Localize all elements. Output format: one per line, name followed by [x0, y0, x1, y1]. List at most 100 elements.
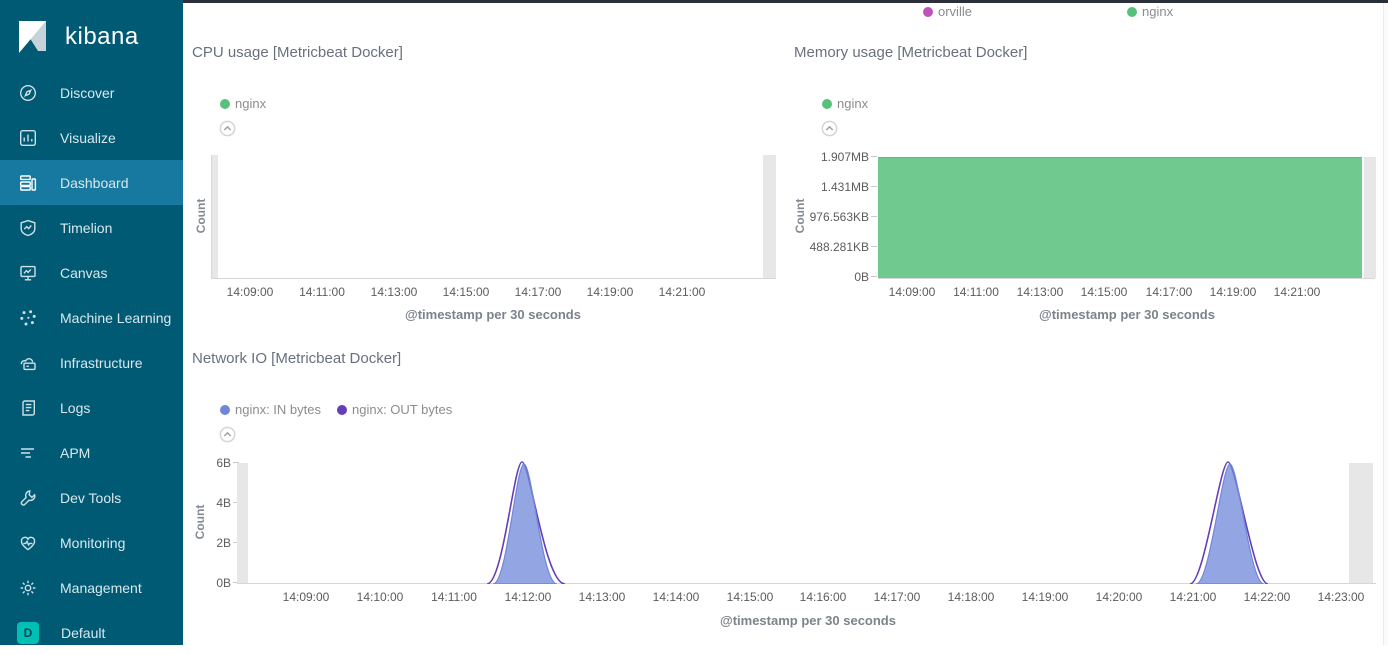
network-legend: nginx: IN bytes nginx: OUT bytes	[220, 402, 452, 417]
sidebar-item-label: Machine Learning	[60, 310, 171, 326]
legend-label: nginx	[1142, 4, 1173, 19]
x-tick: 14:13:00	[1008, 285, 1072, 299]
cpu-y-axis-label: Count	[194, 154, 208, 278]
x-tick: 14:09:00	[218, 285, 282, 299]
legend-label: nginx: IN bytes	[235, 402, 321, 417]
sidebar-item-label: Monitoring	[60, 535, 125, 551]
sidebar-item-dev-tools[interactable]: Dev Tools	[0, 475, 183, 520]
nginx-series-dot	[822, 99, 832, 109]
x-tick: 14:17:00	[1137, 285, 1201, 299]
network-series-chart	[237, 461, 1376, 584]
network-legend-item-out-bytes[interactable]: nginx: OUT bytes	[337, 402, 452, 417]
sidebar-item-label: Infrastructure	[60, 355, 142, 371]
sidebar-item-label: Management	[60, 580, 142, 596]
visualize-icon	[18, 128, 38, 148]
memory-legend-collapse-button chevron-up-icon[interactable]	[821, 120, 838, 137]
sidebar-item-monitoring[interactable]: Monitoring	[0, 520, 183, 565]
x-tick: 14:19:00	[1013, 590, 1077, 604]
sidebar-item-label: Dashboard	[60, 175, 129, 191]
x-tick: 14:17:00	[506, 285, 570, 299]
memory-endzone-right	[1364, 157, 1376, 278]
top-divider	[183, 0, 1388, 3]
sidebar-item-label: Default	[61, 625, 105, 641]
memory-legend-item-nginx[interactable]: nginx	[822, 96, 868, 111]
cpu-endzone-left	[212, 155, 218, 278]
sidebar-item-label: Logs	[60, 400, 90, 416]
kibana-logo[interactable]: kibana	[0, 0, 183, 70]
infrastructure-icon	[18, 353, 38, 373]
x-tick: 14:22:00	[1235, 590, 1299, 604]
logs-icon	[18, 398, 38, 418]
x-tick: 14:14:00	[644, 590, 708, 604]
network-plot-area[interactable]	[237, 461, 1376, 584]
x-tick: 14:17:00	[865, 590, 929, 604]
sidebar-item-apm[interactable]: APM	[0, 430, 183, 475]
cpu-plot-area[interactable]	[211, 155, 776, 279]
cpu-x-axis-title: @timestamp per 30 seconds	[343, 307, 643, 322]
in-bytes-series-dot	[220, 405, 230, 415]
sidebar-item-default-space[interactable]: D Default	[0, 610, 183, 655]
legend-label: orville	[938, 4, 972, 19]
x-tick: 14:15:00	[434, 285, 498, 299]
sidebar-item-label: Timelion	[60, 220, 112, 236]
legend-label: nginx	[837, 96, 868, 111]
sidebar-item-label: Visualize	[60, 130, 116, 146]
discover-icon	[18, 83, 38, 103]
sidebar-item-machine-learning[interactable]: Machine Learning	[0, 295, 183, 340]
y-tick: 6B	[183, 456, 239, 470]
sidebar-item-timelion[interactable]: Timelion	[0, 205, 183, 250]
sidebar-item-label: Dev Tools	[60, 490, 121, 506]
x-tick: 14:21:00	[650, 285, 714, 299]
memory-plot-area[interactable]	[878, 155, 1375, 279]
dashboard-icon	[18, 173, 38, 193]
x-tick: 14:19:00	[578, 285, 642, 299]
sidebar-item-management[interactable]: Management	[0, 565, 183, 610]
x-tick: 14:12:00	[496, 590, 560, 604]
y-tick: 0B	[183, 576, 239, 590]
legend-item-nginx-top[interactable]: nginx	[1127, 4, 1173, 19]
apm-icon	[18, 443, 38, 463]
x-tick: 14:21:00	[1265, 285, 1329, 299]
network-legend-item-in-bytes[interactable]: nginx: IN bytes	[220, 402, 321, 417]
scrollbar-track[interactable]	[1383, 3, 1388, 645]
machine-learning-icon	[18, 308, 38, 328]
network-legend-collapse-button chevron-up-icon[interactable]	[219, 426, 236, 443]
x-tick: 14:18:00	[939, 590, 1003, 604]
network-x-axis-title: @timestamp per 30 seconds	[658, 613, 958, 628]
cpu-legend-collapse-button chevron-up-icon[interactable]	[219, 120, 236, 137]
sidebar-item-canvas[interactable]: Canvas	[0, 250, 183, 295]
x-tick: 14:23:00	[1309, 590, 1373, 604]
network-y-axis-label: Count	[193, 460, 207, 584]
memory-x-axis-title: @timestamp per 30 seconds	[977, 307, 1277, 322]
dashboard-main: orville nginx CPU usage [Metricbeat Dock…	[183, 0, 1388, 645]
x-tick: 14:11:00	[944, 285, 1008, 299]
kibana-logo-text: kibana	[65, 23, 139, 51]
x-tick: 14:21:00	[1161, 590, 1225, 604]
legend-item-orville[interactable]: orville	[923, 4, 972, 19]
x-tick: 14:13:00	[570, 590, 634, 604]
sidebar-item-discover[interactable]: Discover	[0, 70, 183, 115]
sidebar-item-logs[interactable]: Logs	[0, 385, 183, 430]
sidebar-item-infrastructure[interactable]: Infrastructure	[0, 340, 183, 385]
sidebar-item-dashboard[interactable]: Dashboard	[0, 160, 183, 205]
x-tick: 14:19:00	[1201, 285, 1265, 299]
cpu-legend-item-nginx[interactable]: nginx	[220, 96, 266, 111]
x-tick: 14:11:00	[290, 285, 354, 299]
y-tick: 0B	[783, 270, 877, 284]
y-tick: 4B	[183, 496, 239, 510]
sidebar-item-label: Discover	[60, 85, 114, 101]
in-bytes-peak-1-area	[493, 464, 557, 584]
y-tick: 1.431MB	[783, 180, 877, 194]
y-tick: 2B	[183, 536, 239, 550]
dev-tools-icon	[18, 488, 38, 508]
sidebar-item-visualize[interactable]: Visualize	[0, 115, 183, 160]
x-tick: 14:11:00	[422, 590, 486, 604]
x-tick: 14:10:00	[348, 590, 412, 604]
out-bytes-series-dot	[337, 405, 347, 415]
default-space-badge: D	[17, 622, 39, 644]
sidebar-item-label: Canvas	[60, 265, 107, 281]
x-tick: 14:15:00	[1072, 285, 1136, 299]
timelion-icon	[18, 218, 38, 238]
x-tick: 14:09:00	[880, 285, 944, 299]
nginx-series-dot	[220, 99, 230, 109]
